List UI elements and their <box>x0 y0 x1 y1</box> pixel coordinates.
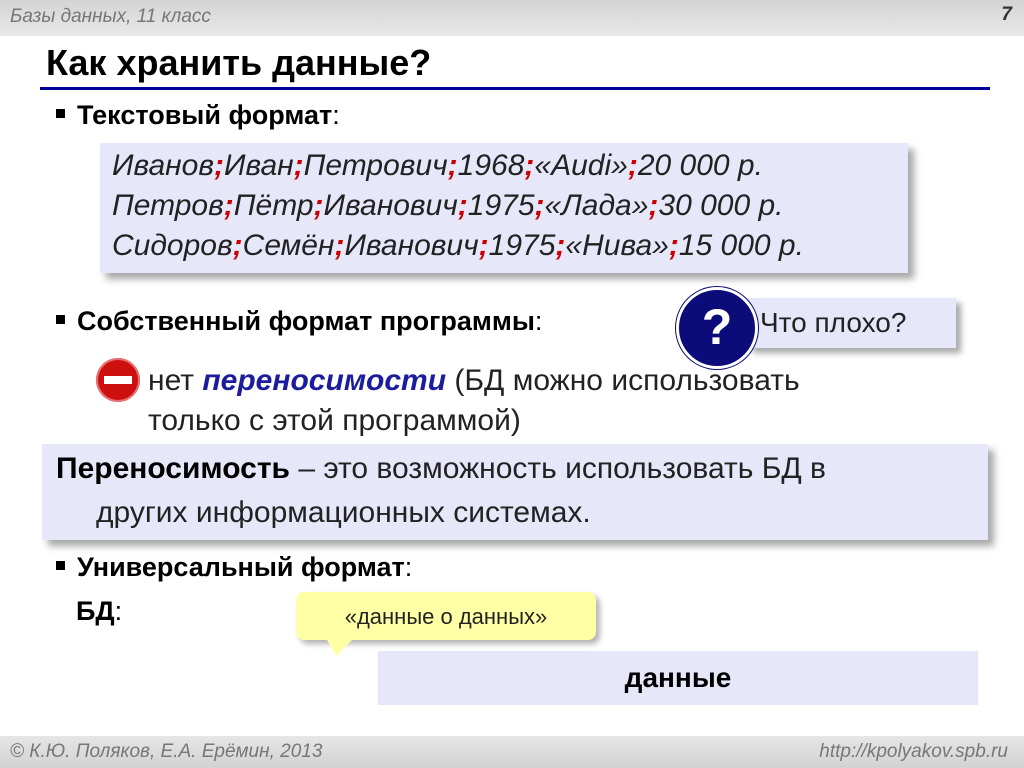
field-separator: ; <box>534 189 545 222</box>
record-field: Сидоров <box>112 229 233 262</box>
field-separator: ; <box>334 229 345 262</box>
drawback-prefix: нет <box>148 364 203 397</box>
bullet-label: Текстовый формат <box>77 100 333 130</box>
bullet-marker <box>56 561 65 571</box>
db-label-text: БД <box>76 596 115 626</box>
bullet-own-format: Собственный формат программы: <box>56 306 542 337</box>
field-separator: ; <box>648 189 659 222</box>
record-field: «Audi» <box>534 149 628 182</box>
slide-title: Как хранить данные? <box>46 42 432 83</box>
record-field: 1968 <box>457 149 525 182</box>
text-records-box: Иванов;Иван;Петрович;1968;«Audi»;20 000 … <box>100 143 908 273</box>
bullet-label: Универсальный формат <box>77 552 405 582</box>
bullet-text-format: Текстовый формат: <box>56 100 340 131</box>
record-field: Иванович <box>323 189 458 222</box>
course-title: Базы данных, 11 класс <box>10 6 211 27</box>
question-text: Что плохо? <box>760 307 907 338</box>
db-label: БД: <box>76 596 122 627</box>
footer-site-link[interactable]: http://kpolyakov.spb.ru <box>819 741 1008 763</box>
field-separator: ; <box>627 149 638 182</box>
definition-box: Переносимость – это возможность использо… <box>42 444 988 540</box>
record-field: Иванов <box>112 149 214 182</box>
header-bar: Базы данных, 11 класс 7 <box>0 0 1024 36</box>
field-separator: ; <box>447 149 458 182</box>
field-separator: ; <box>313 189 324 222</box>
title-underline <box>40 87 990 90</box>
record-field: Иванович <box>344 229 479 262</box>
field-separator: ; <box>232 229 243 262</box>
definition-text: – это возможность использовать БД в <box>289 452 826 485</box>
record-row: Петров;Пётр;Иванович;1975;«Лада»;30 000 … <box>112 189 784 223</box>
bullet-universal-format: Универсальный формат: <box>56 552 412 583</box>
page-number: 7 <box>1001 4 1012 25</box>
question-box[interactable]: Что плохо? <box>748 298 956 348</box>
field-separator: ; <box>524 149 535 182</box>
question-mark-icon[interactable]: ? <box>676 287 758 369</box>
bullet-label: Собственный формат программы <box>77 306 535 336</box>
definition-line-1: Переносимость – это возможность использо… <box>56 452 826 486</box>
record-field: Иван <box>224 149 294 182</box>
drawback-keyword: переносимости <box>202 364 447 397</box>
metadata-callout: «данные о данных» <box>296 592 596 656</box>
definition-line-2: других информационных системах. <box>96 496 591 529</box>
bullet-suffix: : <box>332 100 340 130</box>
definition-term: Переносимость <box>56 452 290 485</box>
record-row: Сидоров;Семён;Иванович;1975;«Нива»;15 00… <box>112 229 804 263</box>
db-label-suffix: : <box>114 596 123 626</box>
field-separator: ; <box>293 149 304 182</box>
bullet-marker <box>56 109 65 119</box>
bullet-suffix: : <box>404 552 413 582</box>
record-field: 1975 <box>467 189 535 222</box>
field-separator: ; <box>478 229 489 262</box>
footer-bar: © К.Ю. Поляков, Е.А. Ерёмин, 2013 http:/… <box>0 736 1024 768</box>
record-field: Петров <box>112 189 224 222</box>
field-separator: ; <box>555 229 566 262</box>
bullet-marker <box>56 315 65 325</box>
record-field: 20 000 р. <box>637 149 763 182</box>
drawback-line-2: только с этой программой) <box>148 404 521 437</box>
record-field: 15 000 р. <box>678 229 804 262</box>
metadata-callout-text: «данные о данных» <box>344 604 548 629</box>
no-entry-icon <box>96 358 140 402</box>
field-separator: ; <box>214 149 224 182</box>
field-separator: ; <box>457 189 468 222</box>
drawback-rest: (БД можно использовать <box>446 364 800 397</box>
footer-authors: © К.Ю. Поляков, Е.А. Ерёмин, 2013 <box>10 741 323 762</box>
record-field: Пётр <box>233 189 314 222</box>
field-separator: ; <box>668 229 679 262</box>
record-field: Семён <box>242 229 335 262</box>
data-box: данные <box>378 651 978 705</box>
question-symbol: ? <box>701 299 733 355</box>
record-field: «Лада» <box>544 189 649 222</box>
record-field: 30 000 р. <box>658 189 784 222</box>
bullet-suffix: : <box>534 306 543 336</box>
record-row: Иванов;Иван;Петрович;1968;«Audi»;20 000 … <box>112 149 763 183</box>
record-field: 1975 <box>488 229 556 262</box>
data-box-text: данные <box>624 662 732 693</box>
record-field: Петрович <box>303 149 448 182</box>
drawback-line-1: нет переносимости (БД можно использовать <box>148 364 800 398</box>
record-field: «Нива» <box>565 229 669 262</box>
field-separator: ; <box>223 189 234 222</box>
